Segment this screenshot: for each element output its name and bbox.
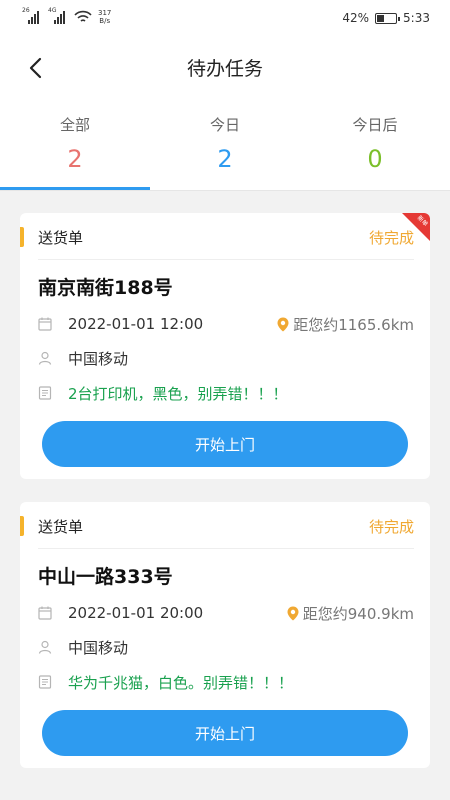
app-header: 待办任务 [0, 36, 450, 98]
battery-level [377, 14, 385, 22]
task-card[interactable]: 送货单 待完成 新单 南京南街188号 2022-01-01 12:00 距您约… [20, 213, 430, 479]
distance: 距您约940.9km [287, 603, 414, 624]
person-icon [38, 351, 52, 365]
card-accent-bar [20, 227, 24, 247]
tab-count: 2 [67, 145, 83, 173]
battery-icon [375, 12, 401, 24]
speed-unit: B/s [99, 17, 111, 25]
task-type: 送货单 [38, 518, 84, 536]
tab-label: 今日 [209, 116, 240, 134]
note-icon [38, 386, 52, 400]
status-bar: 26 4G 317 B/s 42% 5:33 [0, 0, 450, 36]
clock: 5:33 [403, 11, 430, 25]
status-left: 26 4G 317 B/s [22, 5, 111, 29]
location-pin-icon [277, 317, 289, 331]
filter-tabs: 全部 2 今日 2 今日后 0 [0, 98, 450, 190]
network-speed: 317 B/s [98, 9, 111, 25]
note-row: 华为千兆猫，白色。别弄错！！！ [38, 671, 414, 693]
distance-text: 距您约940.9km [302, 604, 414, 623]
task-note: 2台打印机，黑色，别弄错！！！ [68, 384, 288, 403]
status-right: 42% 5:33 [342, 9, 430, 27]
contact-row: 中国移动 [38, 347, 414, 369]
tabs-divider [0, 190, 450, 191]
task-note: 华为千兆猫，白色。别弄错！！！ [68, 673, 294, 692]
tab-all[interactable]: 全部 2 [0, 98, 150, 190]
datetime-row: 2022-01-01 20:00 距您约940.9km [38, 602, 414, 624]
calendar-icon [38, 317, 52, 331]
wifi-icon [74, 10, 92, 22]
datetime-row: 2022-01-01 12:00 距您约1165.6km [38, 313, 414, 335]
signal-icon: 26 [22, 8, 44, 26]
page-title: 待办任务 [186, 58, 263, 80]
start-visit-button[interactable]: 开始上门 [42, 421, 408, 467]
task-type: 送货单 [38, 229, 84, 247]
tab-count: 0 [367, 145, 383, 173]
start-visit-button[interactable]: 开始上门 [42, 710, 408, 756]
card-divider [38, 259, 414, 260]
card-divider [38, 548, 414, 549]
task-contact: 中国移动 [68, 638, 129, 657]
task-contact: 中国移动 [68, 349, 129, 368]
calendar-icon [38, 606, 52, 620]
note-row: 2台打印机，黑色，别弄错！！！ [38, 382, 414, 404]
speed-value: 317 [98, 9, 112, 17]
contact-row: 中国移动 [38, 636, 414, 658]
task-status: 待完成 [368, 518, 414, 536]
task-address: 中山一路333号 [38, 566, 173, 588]
task-address: 南京南街188号 [38, 277, 173, 299]
tab-count: 2 [217, 145, 233, 173]
distance-text: 距您约1165.6km [293, 315, 414, 334]
tab-label: 今日后 [352, 116, 398, 134]
signal-icon: 4G [48, 8, 70, 26]
distance: 距您约1165.6km [277, 314, 414, 335]
note-icon [38, 675, 52, 689]
battery-percent: 42% [342, 11, 370, 25]
task-card[interactable]: 送货单 待完成 中山一路333号 2022-01-01 20:00 距您约940… [20, 502, 430, 768]
person-icon [38, 640, 52, 654]
tab-after-today[interactable]: 今日后 0 [300, 98, 450, 190]
card-accent-bar [20, 516, 24, 536]
task-datetime: 2022-01-01 12:00 [68, 315, 204, 333]
tab-label: 全部 [59, 116, 90, 134]
location-pin-icon [287, 606, 299, 620]
task-datetime: 2022-01-01 20:00 [68, 604, 204, 622]
tab-today[interactable]: 今日 2 [150, 98, 300, 190]
